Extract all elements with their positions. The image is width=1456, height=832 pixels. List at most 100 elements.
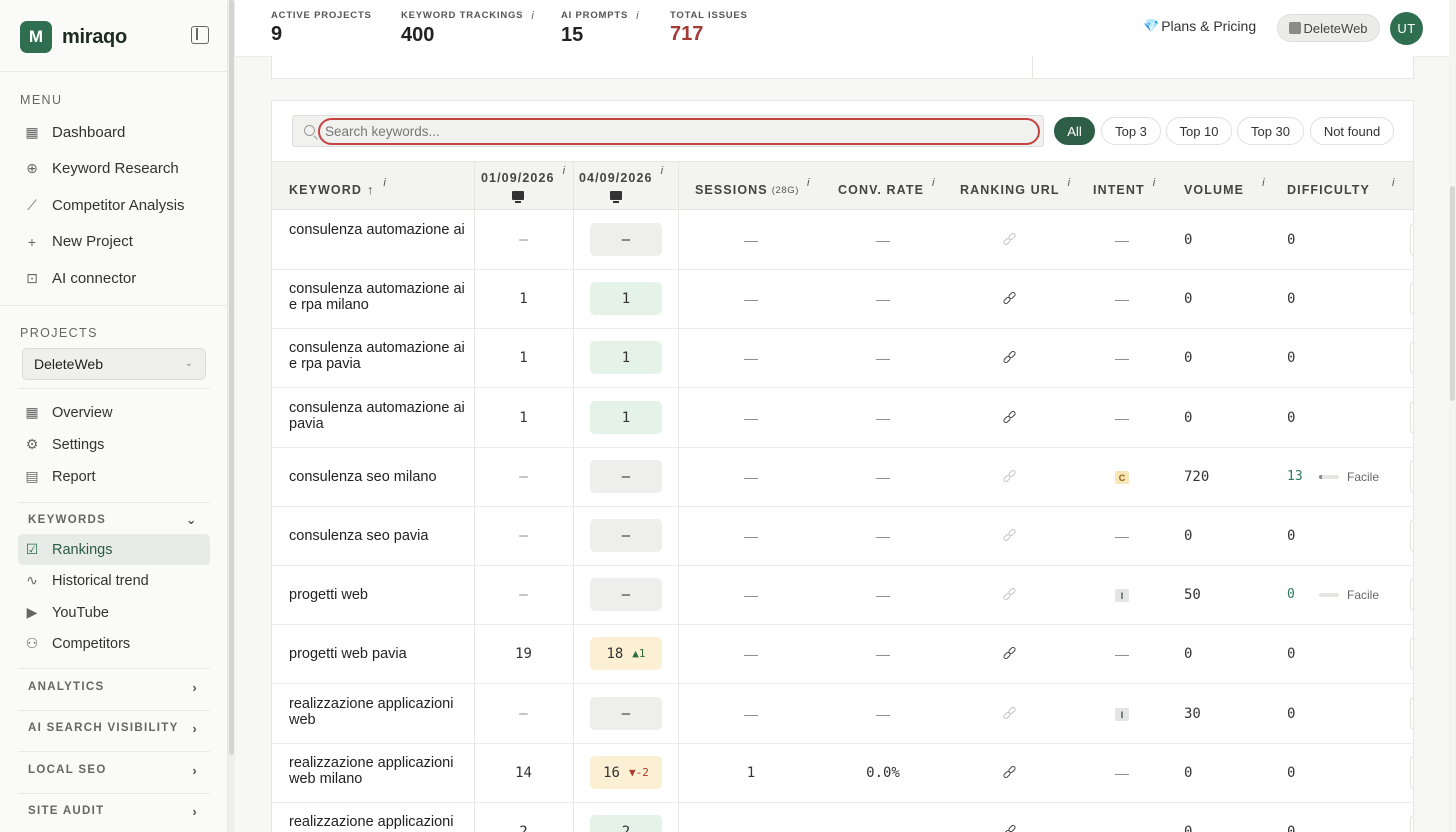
stat-label: KEYWORD TRACKINGS i bbox=[401, 10, 535, 22]
table-row[interactable]: realizzazione applicazioni web — – — — I 30 0 bbox=[272, 685, 1413, 744]
info-icon[interactable]: i bbox=[636, 10, 639, 22]
col-volume[interactable]: VOLUME i bbox=[1184, 177, 1266, 197]
info-icon[interactable]: i bbox=[563, 165, 567, 185]
difficulty-value: 0 bbox=[1287, 291, 1296, 307]
page-scrollbar[interactable] bbox=[1449, 0, 1456, 832]
intent-badge: I bbox=[1115, 708, 1129, 721]
col-sessions[interactable]: SESSIONS (28G) i bbox=[695, 177, 811, 197]
row-action-button[interactable] bbox=[1410, 460, 1413, 493]
nav-rankings[interactable]: ☑ Rankings bbox=[18, 534, 210, 565]
link-icon[interactable] bbox=[1002, 290, 1017, 306]
nav-label: YouTube bbox=[52, 604, 109, 621]
scrollbar-thumb[interactable] bbox=[229, 0, 234, 755]
group-analytics[interactable]: ANALYTICS › bbox=[28, 677, 200, 697]
link-icon[interactable] bbox=[1002, 409, 1017, 425]
link-icon[interactable] bbox=[1002, 764, 1017, 780]
col-date-2[interactable]: 04/09/2026 i bbox=[579, 165, 664, 203]
link-icon bbox=[1002, 705, 1017, 721]
col-date-1[interactable]: 01/09/2026 i bbox=[481, 165, 566, 203]
info-icon[interactable]: i bbox=[661, 165, 665, 185]
col-keyword[interactable]: KEYWORD ↑ i bbox=[289, 177, 387, 197]
link-icon[interactable] bbox=[1002, 823, 1017, 832]
row-action-button[interactable] bbox=[1410, 341, 1413, 374]
sort-arrow-icon[interactable]: ↑ bbox=[367, 183, 374, 197]
nav-historical-trend[interactable]: ∿ Historical trend bbox=[18, 565, 210, 596]
project-select[interactable]: DeleteWeb ⌄ bbox=[22, 348, 206, 380]
conv-rate-cell: — bbox=[876, 469, 890, 485]
logo-text: miraqo bbox=[62, 25, 127, 48]
table-row[interactable]: consulenza automazione ai e rpa pavia 1 1 —… bbox=[272, 329, 1413, 388]
nav-report[interactable]: ▤ Report bbox=[18, 461, 210, 492]
group-site-audit[interactable]: SITE AUDIT › bbox=[28, 801, 200, 821]
table-row[interactable]: consulenza automazione ai pavia 1 1 — — — 0 0 bbox=[272, 389, 1413, 448]
filter-chip-top-10[interactable]: Top 10 bbox=[1166, 117, 1232, 145]
rank-date-1: — bbox=[519, 706, 528, 722]
table-row[interactable]: consulenza seo pavia — – — — — 0 0 bbox=[272, 507, 1413, 566]
row-action-button[interactable] bbox=[1410, 578, 1413, 611]
logo[interactable]: M miraqo bbox=[20, 20, 212, 54]
difficulty-label: Facile bbox=[1347, 470, 1380, 484]
nav-youtube[interactable]: ▶ YouTube bbox=[18, 597, 210, 628]
info-icon[interactable]: i bbox=[1392, 177, 1396, 189]
filter-chip-top-30[interactable]: Top 30 bbox=[1237, 117, 1304, 145]
nav-label: Dashboard bbox=[52, 124, 126, 141]
row-action-button[interactable] bbox=[1410, 756, 1413, 789]
row-action-button[interactable] bbox=[1410, 519, 1413, 552]
info-icon[interactable]: i bbox=[1068, 177, 1072, 189]
table-row[interactable]: realizzazione applicazioni 2 2 — — — 0 0 bbox=[272, 803, 1413, 832]
keyword-cell: consulenza automazione ai e rpa pavia bbox=[289, 340, 465, 372]
table-row[interactable]: progetti web pavia 19 18 ▲1 — — — 0 0 bbox=[272, 625, 1413, 684]
row-action-button[interactable] bbox=[1410, 223, 1413, 256]
chevron-right-icon: › bbox=[192, 762, 198, 778]
intent-cell: — bbox=[1115, 410, 1129, 426]
table-row[interactable]: consulenza seo milano — – — — C 720 13 Facile bbox=[272, 448, 1413, 507]
col-conv-rate[interactable]: CONV. RATE i bbox=[838, 177, 936, 197]
project-switch-button[interactable]: DeleteWeb bbox=[1277, 14, 1380, 42]
row-action-button[interactable] bbox=[1410, 401, 1413, 434]
nav-new-project[interactable]: + New Project bbox=[18, 226, 210, 257]
nav-competitor-analysis[interactable]: ⟋ Competitor Analysis bbox=[18, 190, 210, 221]
group-ai-search-visibility[interactable]: AI SEARCH VISIBILITY › bbox=[28, 718, 200, 738]
avatar[interactable]: UT bbox=[1390, 12, 1423, 45]
scrollbar-thumb[interactable] bbox=[1450, 186, 1455, 401]
row-action-button[interactable] bbox=[1410, 637, 1413, 670]
nav-keyword-research[interactable]: ⊕ Keyword Research bbox=[18, 153, 210, 184]
col-difficulty[interactable]: DIFFICULTY i bbox=[1287, 177, 1396, 197]
row-action-button[interactable] bbox=[1410, 697, 1413, 730]
info-icon[interactable]: i bbox=[531, 10, 534, 22]
sidebar-toggle-icon[interactable] bbox=[191, 26, 209, 44]
table-row[interactable]: progetti web — – — — I 50 0 Facile bbox=[272, 566, 1413, 625]
nav-competitors[interactable]: ⚇ Competitors bbox=[18, 628, 210, 659]
filter-chip-top-3[interactable]: Top 3 bbox=[1101, 117, 1161, 145]
info-icon[interactable]: i bbox=[1153, 177, 1157, 189]
nav-overview[interactable]: ▦ Overview bbox=[18, 397, 210, 428]
col-intent[interactable]: INTENT i bbox=[1093, 177, 1156, 197]
info-icon[interactable]: i bbox=[383, 177, 387, 189]
conv-rate-cell: — bbox=[876, 350, 890, 366]
filter-chip-not-found[interactable]: Not found bbox=[1310, 117, 1394, 145]
plans-pricing-link[interactable]: 💎 Plans & Pricing bbox=[1143, 18, 1256, 34]
info-icon[interactable]: i bbox=[1262, 177, 1266, 189]
group-keywords[interactable]: KEYWORDS ⌄ bbox=[28, 510, 200, 530]
stat-ai-prompts: AI PROMPTS i 15 bbox=[561, 10, 639, 47]
nav-dashboard[interactable]: ▦ Dashboard bbox=[18, 117, 210, 148]
summary-card bbox=[271, 56, 1414, 79]
nav-ai-connector[interactable]: ⊡ AI connector bbox=[18, 263, 210, 294]
link-icon[interactable] bbox=[1002, 645, 1017, 661]
nav-settings[interactable]: ⚙ Settings bbox=[18, 429, 210, 460]
table-row[interactable]: consulenza automazione ai e rpa milano 1 1… bbox=[272, 270, 1413, 329]
col-ranking-url[interactable]: RANKING URL i bbox=[960, 177, 1071, 197]
table-row[interactable]: consulenza automazione ai — – — — — 0 0 bbox=[272, 211, 1413, 270]
info-icon[interactable]: i bbox=[932, 177, 936, 189]
link-icon[interactable] bbox=[1002, 349, 1017, 365]
row-action-button[interactable] bbox=[1410, 282, 1413, 315]
keyword-cell: consulenza automazione ai bbox=[289, 222, 465, 238]
group-local-seo[interactable]: LOCAL SEO › bbox=[28, 760, 200, 780]
filter-chip-all[interactable]: All bbox=[1054, 117, 1095, 145]
sidebar-scrollbar[interactable] bbox=[228, 0, 235, 832]
rank-date-2: – bbox=[590, 460, 662, 493]
search-input[interactable] bbox=[318, 118, 1040, 145]
info-icon[interactable]: i bbox=[807, 177, 811, 189]
table-row[interactable]: realizzazione applicazioni web milano 14 1… bbox=[272, 744, 1413, 803]
row-action-button[interactable] bbox=[1410, 815, 1413, 832]
